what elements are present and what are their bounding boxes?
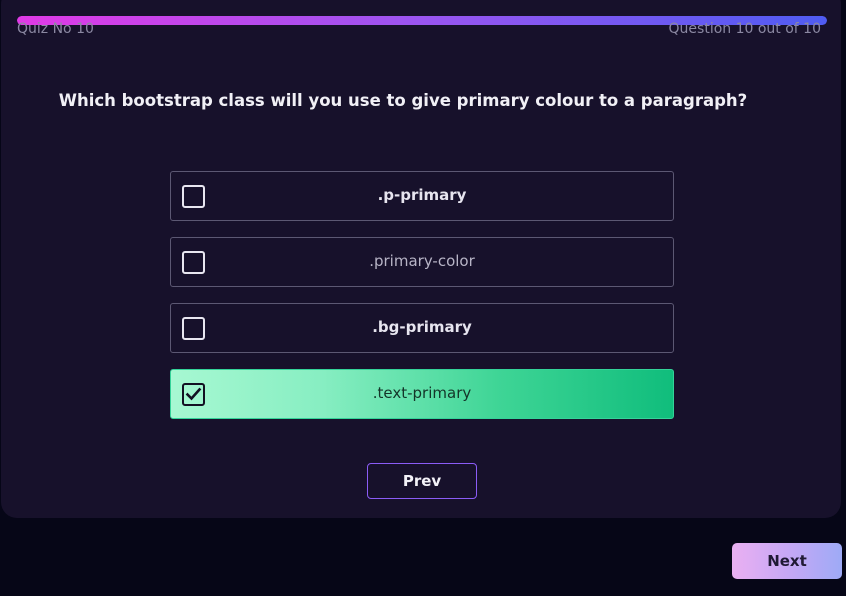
answer-option-primary-color[interactable]: .primary-color xyxy=(170,237,674,287)
answer-options: .p-primary .primary-color .bg-primary .t… xyxy=(170,171,674,435)
answer-label: .primary-color xyxy=(369,252,475,270)
answer-label: .text-primary xyxy=(372,384,472,402)
question-counter: Question 10 out of 10 xyxy=(668,21,821,37)
next-button[interactable]: Next xyxy=(732,543,842,579)
quiz-number-label: Quiz No 10 xyxy=(17,21,94,37)
prev-button[interactable]: Prev xyxy=(367,463,477,499)
question-text: Which bootstrap class will you use to gi… xyxy=(58,91,748,110)
answer-label: .bg-primary xyxy=(372,318,472,336)
answer-option-text-primary[interactable]: .text-primary xyxy=(170,369,674,419)
answer-label: .p-primary xyxy=(377,186,467,204)
answer-option-p-primary[interactable]: .p-primary xyxy=(170,171,674,221)
answer-option-bg-primary[interactable]: .bg-primary xyxy=(170,303,674,353)
quiz-card: Quiz No 10 Question 10 out of 10 Which b… xyxy=(1,0,841,518)
